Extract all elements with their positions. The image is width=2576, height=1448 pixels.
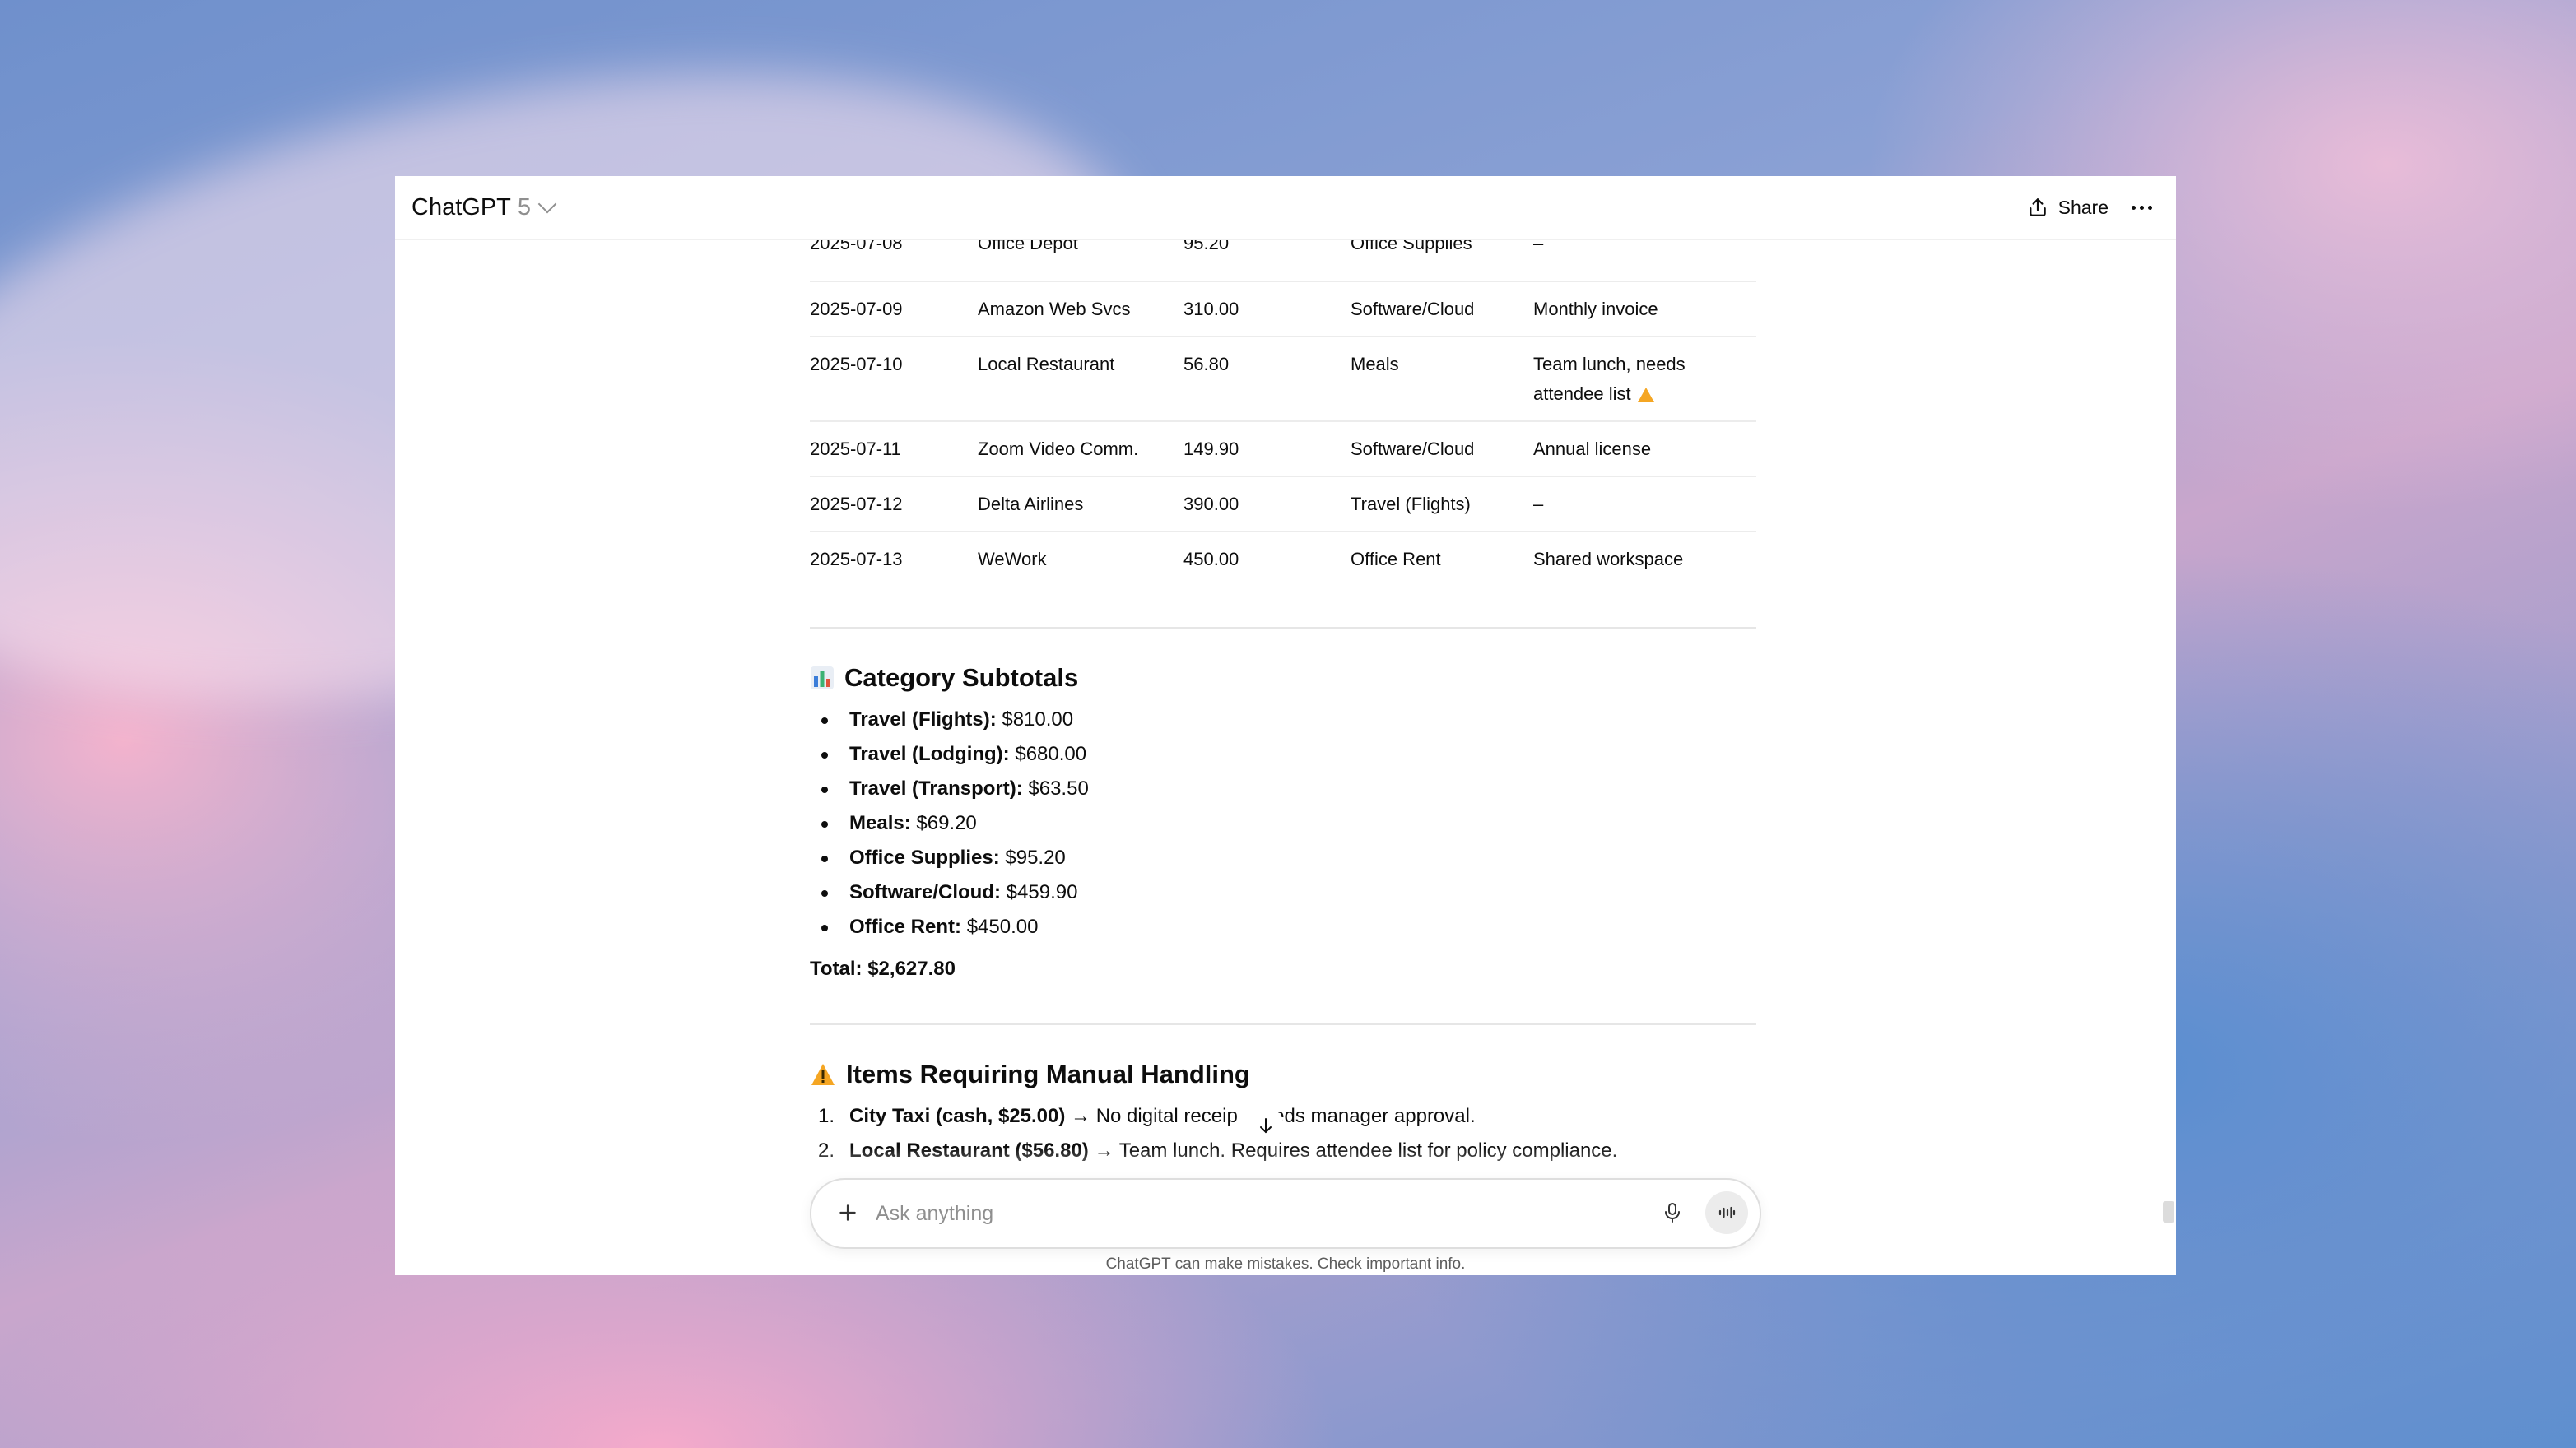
list-number: 1. [818, 1105, 835, 1127]
list-item: Software/Cloud: $459.90 [810, 875, 1089, 910]
subtotal-label: Travel (Transport): [849, 777, 1023, 800]
subtotal-value: $459.90 [1006, 881, 1078, 903]
subtotal-label: Travel (Lodging): [849, 743, 1010, 765]
cell-vendor: Local Restaurant [978, 336, 1183, 422]
subtotals-title: Category Subtotals [844, 663, 1079, 692]
cell-date: 2025-07-10 [810, 336, 978, 422]
divider [810, 627, 1756, 629]
cell-category: Travel (Flights) [1351, 476, 1533, 532]
cell-date: 2025-07-11 [810, 421, 978, 477]
list-item: Office Rent: $450.00 [810, 910, 1089, 944]
scroll-to-bottom-button[interactable] [1248, 1107, 1284, 1144]
cell-amount: 149.90 [1183, 421, 1351, 477]
expense-table: 2025-07-08 Office Depot 95.20 Office Sup… [810, 227, 1756, 587]
cell-vendor: WeWork [978, 549, 1047, 569]
warning-icon [1637, 388, 1654, 403]
subtotal-label: Travel (Flights): [849, 708, 997, 731]
chat-window: ChatGPT 5 Share 2025-07-08 Office Depot … [395, 176, 2176, 1275]
share-icon [2029, 198, 2046, 216]
composer [810, 1178, 1761, 1249]
cell-vendor: Amazon Web Svcs [978, 281, 1183, 337]
voice-waveform-icon [1718, 1206, 1736, 1219]
share-button[interactable]: Share [2027, 189, 2109, 225]
list-item: Travel (Flights): $810.00 [810, 703, 1089, 737]
cell-date: 2025-07-13 [810, 549, 903, 569]
cell-amount: 450.00 [1183, 549, 1239, 569]
cell-amount: 56.80 [1183, 336, 1351, 422]
table-row: 2025-07-13 WeWork 450.00 Office Rent Sha… [810, 531, 1756, 587]
cell-category: Meals [1351, 336, 1533, 422]
arrow-down-icon [1260, 1118, 1272, 1134]
subtotal-value: $69.20 [916, 812, 977, 834]
list-item: 1. City Taxi (cash, $25.00) → No digital… [810, 1099, 1617, 1134]
cell-category: Office Rent [1351, 549, 1441, 569]
item-title: City Taxi (cash, $25.00) [849, 1105, 1066, 1127]
arrow-icon: → [1071, 1105, 1091, 1127]
cell-category: Software/Cloud [1351, 281, 1533, 337]
scrollbar-thumb[interactable] [2163, 1201, 2174, 1223]
subtotal-value: $95.20 [1005, 847, 1066, 869]
chevron-down-icon [537, 194, 557, 214]
item-text: No digital receip [1095, 1105, 1238, 1127]
app-name: ChatGPT [412, 193, 511, 220]
item-text-continued: eeds manager approval. [1262, 1105, 1476, 1127]
table-row: 2025-07-11 Zoom Video Comm. 149.90 Softw… [810, 421, 1756, 477]
divider [810, 1023, 1756, 1025]
cell-vendor: Delta Airlines [978, 476, 1183, 532]
cell-date: 2025-07-12 [810, 476, 978, 532]
more-options-icon[interactable] [2123, 191, 2160, 224]
subtotal-label: Office Supplies: [849, 847, 1000, 869]
model-version: 5 [517, 193, 532, 220]
cell-note: Monthly invoice [1533, 281, 1756, 337]
plus-icon[interactable] [830, 1195, 866, 1231]
subtotal-value: $810.00 [1002, 708, 1074, 731]
prompt-input[interactable] [874, 1193, 1569, 1234]
microphone-icon[interactable] [1654, 1195, 1690, 1231]
cell-note: – [1533, 476, 1756, 532]
subtotal-label: Meals: [849, 812, 911, 834]
subtotal-value: $450.00 [966, 916, 1039, 938]
share-label: Share [2058, 196, 2109, 218]
table-row: 2025-07-10 Local Restaurant 56.80 Meals … [810, 336, 1756, 422]
cell-note-with-warning: Team lunch, needs attendee list [1533, 336, 1756, 422]
top-bar: ChatGPT 5 Share [395, 176, 2176, 240]
subtotals-heading: Category Subtotals [810, 663, 1078, 693]
cell-note: Annual license [1533, 421, 1756, 477]
bar-chart-icon [811, 666, 834, 689]
cell-category: Software/Cloud [1351, 421, 1533, 477]
cell-amount: 390.00 [1183, 476, 1351, 532]
model-selector[interactable]: ChatGPT 5 [412, 189, 557, 225]
list-item: Office Supplies: $95.20 [810, 841, 1089, 875]
manual-heading: Items Requiring Manual Handling [810, 1060, 1250, 1089]
cell-note: Team lunch, needs attendee list [1533, 354, 1686, 404]
subtotals-list: Travel (Flights): $810.00 Travel (Lodgin… [810, 703, 1089, 944]
warning-icon [811, 1064, 835, 1085]
cell-vendor: Zoom Video Comm. [978, 421, 1183, 477]
list-item: Travel (Transport): $63.50 [810, 772, 1089, 806]
list-item: Travel (Lodging): $680.00 [810, 737, 1089, 772]
cell-amount: 310.00 [1183, 281, 1351, 337]
cell-note: Shared workspace [1533, 549, 1684, 569]
subtotal-value: $63.50 [1028, 777, 1089, 800]
table-row: 2025-07-12 Delta Airlines 390.00 Travel … [810, 476, 1756, 532]
table-row: 2025-07-09 Amazon Web Svcs 310.00 Softwa… [810, 281, 1756, 337]
subtotal-value: $680.00 [1015, 743, 1087, 765]
subtotal-label: Software/Cloud: [849, 881, 1001, 903]
total-amount: Total: $2,627.80 [810, 958, 956, 980]
message-content: 2025-07-08 Office Depot 95.20 Office Sup… [810, 227, 1756, 587]
scrollbar[interactable] [2161, 239, 2176, 1275]
voice-mode-button[interactable] [1705, 1191, 1748, 1234]
subtotal-label: Office Rent: [849, 916, 962, 938]
disclaimer-text: ChatGPT can make mistakes. Check importa… [1105, 1255, 1466, 1273]
manual-title: Items Requiring Manual Handling [846, 1060, 1250, 1088]
cell-date: 2025-07-09 [810, 281, 978, 337]
list-item: Meals: $69.20 [810, 806, 1089, 841]
